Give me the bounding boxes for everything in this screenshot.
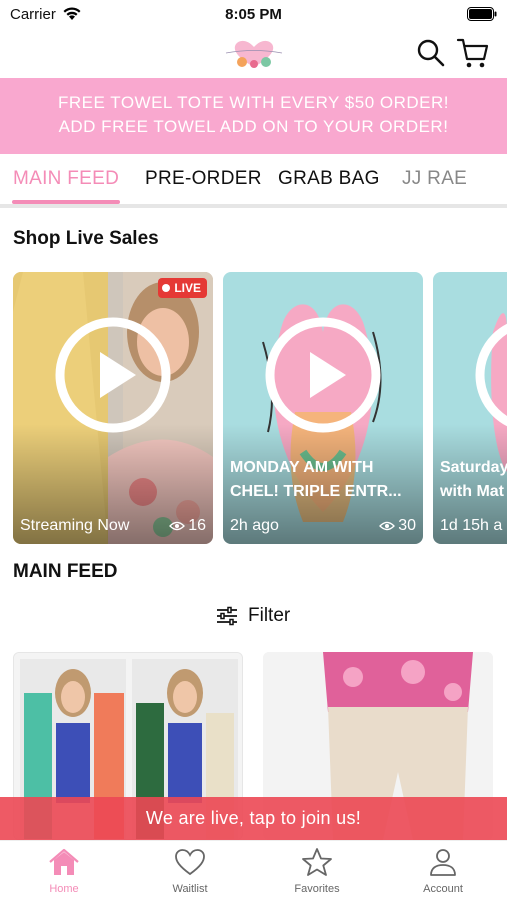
tabbar-waitlist[interactable]: Waitlist [140, 847, 240, 895]
join-live-banner[interactable]: We are live, tap to join us! [0, 797, 507, 840]
eye-icon [169, 521, 186, 531]
active-tab-indicator [12, 200, 120, 204]
status-bar: Carrier 8:05 PM [0, 0, 507, 30]
filter-icon [217, 606, 237, 626]
live-sale-card[interactable]: LIVE Streaming Now 16 [13, 272, 213, 544]
home-icon [49, 848, 79, 875]
feed-tabs: MAIN FEED PRE-ORDER GRAB BAG JJ RAE [0, 154, 507, 208]
tab-main-feed[interactable]: MAIN FEED [13, 168, 119, 190]
eye-icon [379, 521, 396, 531]
tabbar-favorites-label: Favorites [294, 883, 340, 895]
tabbar-home-label: Home [49, 883, 79, 895]
main-feed-title: MAIN FEED [13, 561, 118, 582]
play-icon[interactable] [53, 315, 173, 435]
stream-time: 1d 15h a [440, 517, 503, 534]
tab-jj-rae[interactable]: JJ RAE [402, 168, 467, 190]
heart-icon [175, 849, 205, 876]
brand-logo[interactable] [222, 36, 286, 70]
clock: 8:05 PM [225, 6, 282, 23]
live-dot-icon [162, 284, 171, 292]
stream-caption-line-1: MONDAY AM WITH [230, 459, 374, 476]
promo-banner[interactable]: FREE TOWEL TOTE WITH EVERY $50 ORDER! AD… [0, 78, 507, 154]
live-badge: LIVE [158, 278, 207, 298]
live-sale-card[interactable]: MONDAY AM WITH CHEL! TRIPLE ENTR... 2h a… [223, 272, 423, 544]
view-count: 16 [169, 517, 206, 535]
stream-caption-line-2: CHEL! TRIPLE ENTR... [230, 483, 402, 500]
stream-caption-line-1: Saturday [440, 459, 507, 476]
play-icon[interactable] [263, 315, 383, 435]
tabbar-account[interactable]: Account [393, 847, 493, 895]
stream-time: 2h ago [230, 517, 279, 534]
person-icon [430, 849, 456, 876]
tabbar-favorites[interactable]: Favorites [267, 847, 367, 895]
stream-caption: MONDAY AM WITH CHEL! TRIPLE ENTR... [230, 456, 418, 504]
bottom-tab-bar: Home Waitlist Favorites Account [0, 840, 507, 900]
promo-line-1: FREE TOWEL TOTE WITH EVERY $50 ORDER! [57, 93, 450, 112]
stream-caption: Saturday with Mat [440, 456, 507, 504]
tabbar-account-label: Account [423, 883, 463, 895]
cart-icon[interactable] [456, 36, 490, 70]
play-icon[interactable] [473, 315, 507, 435]
tabbar-home[interactable]: Home [14, 847, 114, 895]
view-count-value: 30 [398, 517, 416, 534]
filter-button[interactable]: Filter [216, 605, 290, 627]
search-icon[interactable] [416, 38, 446, 68]
live-sale-card[interactable]: Saturday with Mat 1d 15h a [433, 272, 507, 544]
stream-caption-line-2: with Mat [440, 483, 504, 500]
filter-label: Filter [248, 605, 291, 626]
star-icon [302, 848, 332, 876]
app-header [0, 30, 507, 78]
tab-grab-bag[interactable]: GRAB BAG [278, 168, 380, 190]
live-badge-label: LIVE [174, 281, 201, 295]
view-count-value: 16 [188, 517, 206, 534]
stream-status: Streaming Now [20, 517, 130, 534]
live-sales-title: Shop Live Sales [13, 228, 159, 249]
tabbar-waitlist-label: Waitlist [172, 883, 208, 895]
promo-line-2: ADD FREE TOWEL ADD ON TO YOUR ORDER! [58, 117, 449, 136]
battery-icon [467, 7, 497, 21]
tab-pre-order[interactable]: PRE-ORDER [145, 168, 262, 190]
view-count: 30 [379, 517, 416, 535]
